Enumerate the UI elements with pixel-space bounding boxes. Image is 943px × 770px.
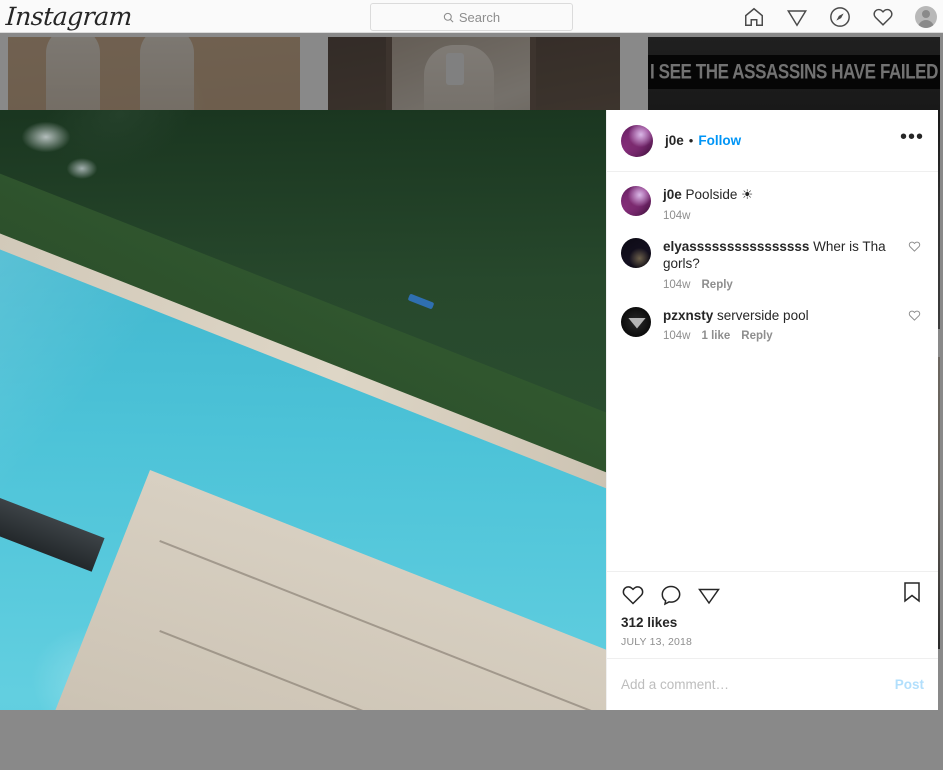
comment-icon[interactable]	[659, 583, 683, 607]
post-comment-button[interactable]: Post	[895, 677, 924, 692]
share-icon[interactable]	[697, 583, 721, 607]
bookmark-icon[interactable]	[900, 580, 924, 604]
comment-like-icon[interactable]	[908, 309, 921, 322]
caption-time: 104w	[663, 209, 691, 222]
photo-wicker-chair	[506, 596, 606, 710]
follow-button[interactable]: Follow	[698, 133, 741, 148]
post-caption: j0e Poolside ☀ 104w	[621, 186, 924, 222]
commenter-avatar[interactable]	[621, 237, 651, 268]
post-date: JULY 13, 2018	[621, 636, 693, 648]
header-separator: •	[688, 133, 694, 148]
commenter-username[interactable]: pzxnsty	[663, 308, 713, 323]
post-modal: j0e • Follow ••• j0e Poolside ☀ 104w ely…	[0, 110, 938, 710]
comments-list[interactable]: j0e Poolside ☀ 104w elyassssssssssssssss	[607, 172, 938, 571]
more-options-button[interactable]: •••	[900, 127, 924, 150]
explore-icon[interactable]	[829, 6, 851, 28]
likes-count[interactable]: 312 likes	[621, 615, 924, 630]
commenter-avatar[interactable]	[621, 306, 651, 337]
comment-text: serverside pool	[717, 307, 809, 323]
top-navigation-bar: Instagram Search	[0, 0, 943, 33]
home-icon[interactable]	[743, 6, 765, 28]
heart-icon[interactable]	[621, 583, 645, 607]
caption-text: Poolside ☀	[685, 187, 754, 202]
post-photo	[0, 110, 606, 710]
comment-likes-count[interactable]: 1 like	[702, 330, 731, 342]
comment-reply-button[interactable]: Reply	[741, 330, 772, 342]
nav-icon-group	[743, 0, 937, 33]
comment-item: pzxnsty serverside pool 104w 1 like Repl…	[621, 306, 924, 342]
instagram-logo[interactable]: Instagram	[5, 2, 133, 31]
search-placeholder-text: Search	[458, 9, 501, 25]
post-header: j0e • Follow •••	[607, 110, 938, 172]
instagram-page: Instagram Search I SEE THE ASSASSINS HAV…	[0, 0, 943, 770]
comment-input[interactable]	[621, 677, 895, 692]
search-icon	[443, 12, 454, 22]
author-username[interactable]: j0e	[665, 133, 684, 148]
caption-username[interactable]: j0e	[663, 187, 682, 202]
comment-like-icon[interactable]	[908, 240, 921, 253]
profile-avatar[interactable]	[915, 5, 937, 28]
comment-time: 104w	[663, 330, 691, 342]
add-comment-bar: Post	[607, 658, 938, 710]
commenter-username[interactable]: elyassssssssssssssss	[663, 239, 809, 254]
caption-avatar[interactable]	[621, 186, 651, 216]
author-avatar[interactable]	[621, 124, 653, 157]
comment-item: elyassssssssssssssss Wher is Tha gorls? …	[621, 237, 924, 291]
messenger-icon[interactable]	[786, 6, 808, 28]
activity-heart-icon[interactable]	[872, 6, 894, 28]
post-actions: 312 likes JULY 13, 2018	[607, 571, 938, 658]
post-side-panel: j0e • Follow ••• j0e Poolside ☀ 104w ely…	[606, 110, 938, 710]
comment-reply-button[interactable]: Reply	[702, 279, 733, 291]
comment-time: 104w	[663, 278, 691, 291]
search-input[interactable]: Search	[370, 3, 573, 31]
